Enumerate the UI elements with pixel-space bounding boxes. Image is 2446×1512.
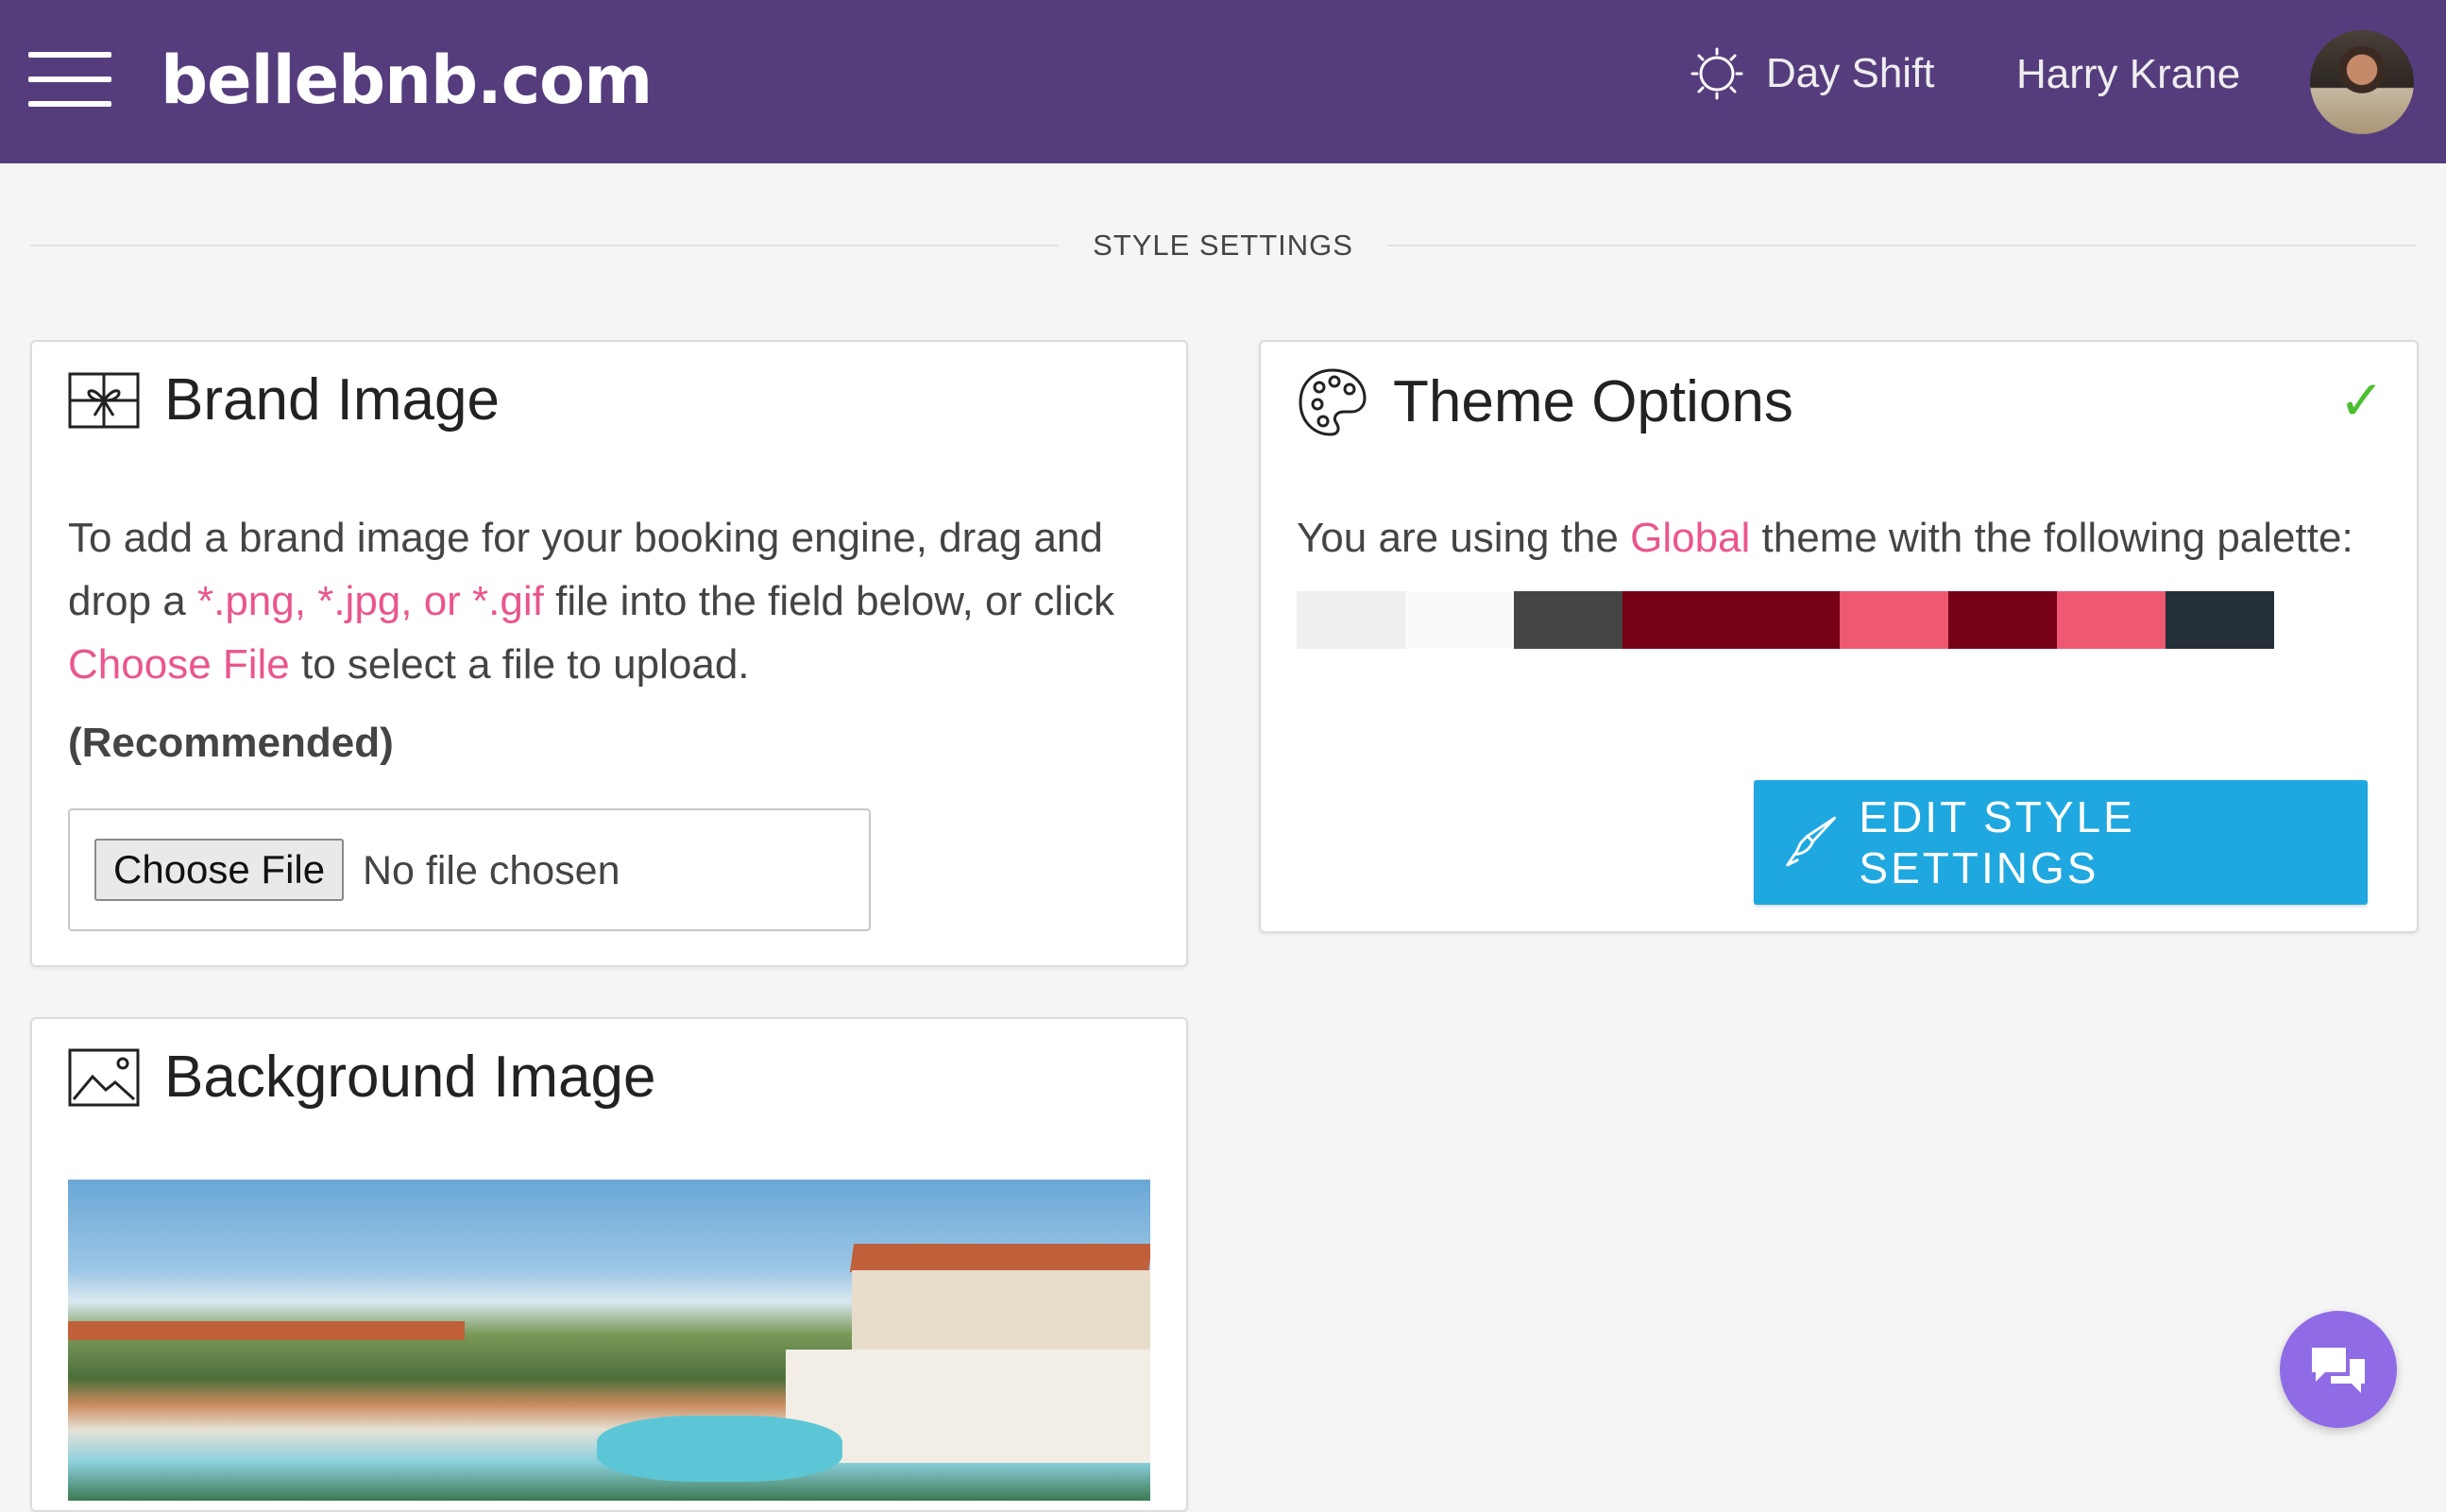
palette-swatch-8 xyxy=(2057,591,2166,649)
sun-icon xyxy=(1690,47,1743,100)
palette-swatch-7 xyxy=(1948,591,2057,649)
chat-icon xyxy=(2312,1348,2365,1393)
shift-label: Day Shift xyxy=(1766,50,1935,96)
choose-file-link[interactable]: Choose File xyxy=(68,641,290,688)
paintbrush-icon xyxy=(1786,816,1836,867)
recommended-label: (Recommended) xyxy=(68,720,394,766)
site-logo[interactable]: bellebnb.com xyxy=(161,38,653,123)
color-palette xyxy=(1297,591,2274,649)
section-heading: STYLE SETTINGS xyxy=(30,227,2416,264)
instruction-text: to select a file to upload. xyxy=(289,641,750,688)
theme-text: You are using the xyxy=(1297,515,1631,561)
user-name[interactable]: Harry Krane xyxy=(2016,51,2240,98)
palette-swatch-5 xyxy=(1731,591,1840,649)
card-header: Theme Options xyxy=(1297,366,1793,438)
check-icon: ✓ xyxy=(2338,368,2385,433)
file-types-link[interactable]: *.png, *.jpg, or *.gif xyxy=(197,578,544,624)
choose-file-button[interactable]: Choose File xyxy=(94,839,345,901)
image-icon xyxy=(68,1048,140,1107)
card-header: Background Image xyxy=(68,1044,655,1112)
card-title: Brand Image xyxy=(164,367,500,433)
brand-image-card: Brand Image To add a brand image for you… xyxy=(30,340,1188,967)
user-avatar[interactable] xyxy=(2310,30,2414,134)
file-status: No file chosen xyxy=(363,848,620,893)
instruction-text: file into the field below, or click xyxy=(543,578,1114,624)
hamburger-menu-icon[interactable] xyxy=(28,52,111,107)
palette-swatch-2 xyxy=(1405,591,1514,649)
theme-options-card: Theme Options ✓ You are using the Global… xyxy=(1259,340,2419,933)
section-title: STYLE SETTINGS xyxy=(1093,229,1353,262)
divider xyxy=(1386,245,2416,246)
background-image-preview[interactable] xyxy=(68,1180,1150,1501)
palette-swatch-6 xyxy=(1840,591,1948,649)
palette-icon xyxy=(1299,368,1367,436)
card-header: Brand Image xyxy=(68,366,500,434)
background-image-card: Background Image xyxy=(30,1017,1188,1512)
gift-icon xyxy=(68,372,140,429)
theme-name-link[interactable]: Global xyxy=(1630,515,1750,561)
edit-style-settings-button[interactable]: EDIT STYLE SETTINGS xyxy=(1754,780,2368,905)
shift-toggle[interactable]: Day Shift xyxy=(1690,45,1935,102)
palette-swatch-9 xyxy=(2166,591,2274,649)
theme-description: You are using the Global theme with the … xyxy=(1297,506,2402,569)
divider xyxy=(30,245,1060,246)
palette-swatch-3 xyxy=(1514,591,1622,649)
chat-button[interactable] xyxy=(2280,1311,2397,1428)
palette-swatch-1 xyxy=(1297,591,1405,649)
brand-image-instructions: To add a brand image for your booking en… xyxy=(68,506,1164,696)
edit-button-label: EDIT STYLE SETTINGS xyxy=(1859,792,2135,892)
file-upload-field[interactable]: Choose File No file chosen xyxy=(68,808,871,931)
top-nav-bar: bellebnb.com Day Shift Harry Krane xyxy=(0,0,2446,163)
card-title: Theme Options xyxy=(1393,369,1793,434)
theme-text: theme with the following palette: xyxy=(1750,515,2353,561)
palette-swatch-4 xyxy=(1622,591,1731,649)
card-title: Background Image xyxy=(164,1045,656,1110)
